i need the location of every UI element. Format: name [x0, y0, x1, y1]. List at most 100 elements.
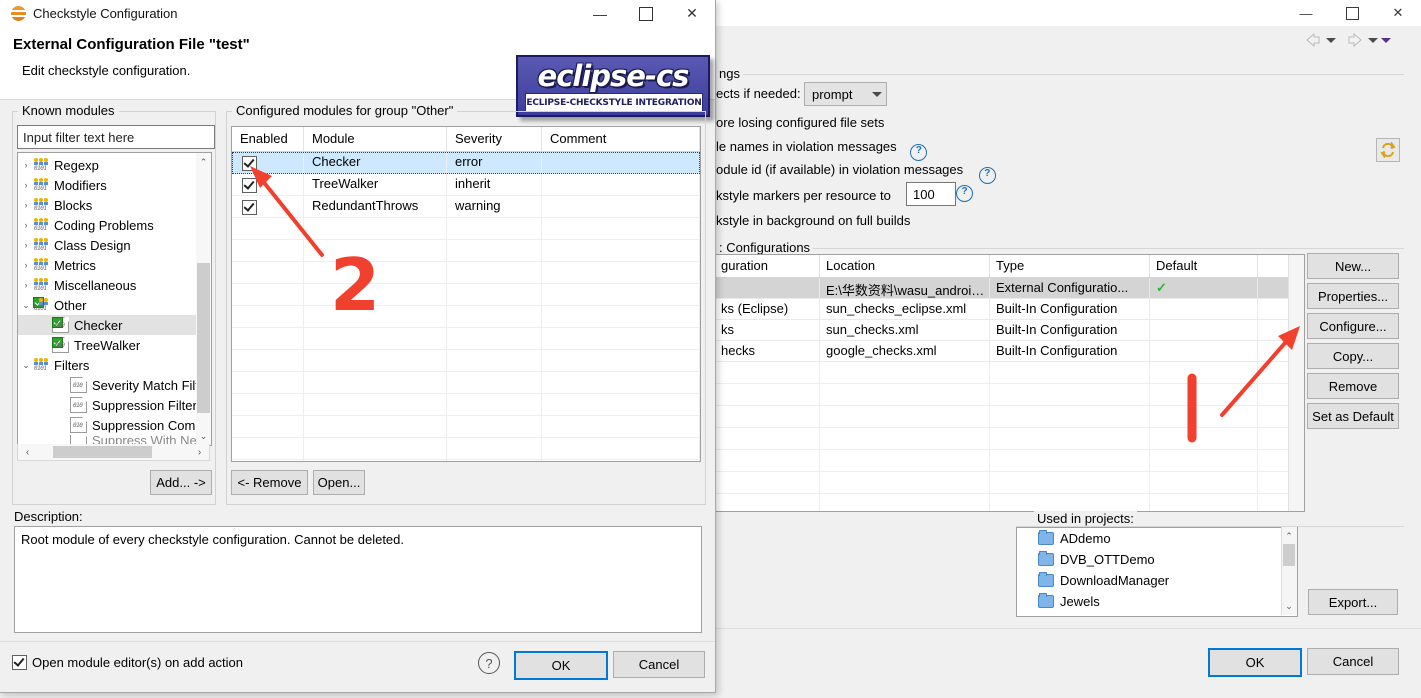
dialog-maximize-button[interactable] — [623, 0, 669, 27]
scrollbar-thumb[interactable] — [197, 263, 210, 413]
tree-item-modifiers[interactable]: › 0101 Modifiers — [18, 175, 211, 195]
marker-limit-input[interactable]: 100 — [906, 182, 956, 206]
dialog-minimize-button[interactable]: — — [577, 0, 623, 27]
enabled-checkbox[interactable] — [242, 178, 257, 193]
forward-dropdown-caret-icon[interactable] — [1368, 37, 1378, 43]
export-button[interactable]: Export... — [1308, 589, 1398, 615]
dialog-ok-button[interactable]: OK — [514, 651, 608, 680]
tree-item-metrics[interactable]: › 0101 Metrics — [18, 255, 211, 275]
cell-enabled[interactable] — [232, 152, 304, 173]
dialog-close-button[interactable]: ✕ — [669, 0, 715, 27]
view-menu-caret-icon[interactable] — [1381, 37, 1391, 43]
list-item[interactable]: Jewels — [1031, 591, 1297, 612]
restore-defaults-icon[interactable] — [1376, 138, 1400, 162]
table-row[interactable]: ks (Eclipse) sun_checks_eclipse.xml Buil… — [715, 299, 1304, 320]
new-button[interactable]: New... — [1307, 253, 1399, 279]
column-header-comment[interactable]: Comment — [542, 127, 700, 151]
expand-chevron-icon[interactable]: › — [18, 280, 34, 290]
open-module-editor-checkbox[interactable] — [12, 655, 27, 670]
help-icon[interactable]: ? — [956, 185, 973, 202]
tree-horizontal-scrollbar[interactable]: ‹ › — [17, 444, 210, 461]
collapse-chevron-icon[interactable]: ⌄ — [18, 360, 34, 371]
column-header-enabled[interactable]: Enabled — [232, 127, 304, 151]
configured-modules-table[interactable]: Enabled Module Severity Comment Checker … — [231, 126, 701, 462]
tree-item-filters[interactable]: ⌄ 0101 Filters — [18, 355, 211, 375]
cell-enabled[interactable] — [232, 174, 304, 195]
tree-item-suppression-filter[interactable]: 010 Suppression Filter — [18, 395, 211, 415]
table-row[interactable]: E:\华数资料\wasu_android... External Configu… — [715, 278, 1304, 299]
forward-arrow-icon[interactable] — [1345, 30, 1365, 50]
copy-button[interactable]: Copy... — [1307, 343, 1399, 369]
column-header-severity[interactable]: Severity — [447, 127, 542, 151]
tree-item-checker[interactable]: 010 Checker — [18, 315, 211, 335]
ok-button[interactable]: OK — [1208, 648, 1302, 677]
tree-item-blocks[interactable]: › 0101 Blocks — [18, 195, 211, 215]
expand-chevron-icon[interactable]: › — [18, 160, 34, 170]
tree-item-suppression-comment[interactable]: 010 Suppression Comm — [18, 415, 211, 435]
filter-input[interactable]: Input filter text here — [17, 125, 215, 149]
configure-button[interactable]: Configure... — [1307, 313, 1399, 339]
open-module-button[interactable]: Open... — [313, 470, 365, 495]
table-row[interactable]: ks sun_checks.xml Built-In Configuration — [715, 320, 1304, 341]
table-row[interactable]: TreeWalker inherit — [232, 174, 700, 196]
help-icon[interactable]: ? — [910, 144, 928, 161]
scroll-down-icon[interactable]: ⌄ — [196, 429, 211, 443]
help-icon[interactable]: ? — [978, 167, 996, 184]
column-header-location[interactable]: Location — [820, 255, 990, 277]
nav-back-group[interactable] — [1303, 30, 1336, 50]
scroll-down-icon[interactable]: ⌄ — [1282, 599, 1296, 613]
background-close-button[interactable]: ✕ — [1375, 0, 1421, 26]
add-button[interactable]: Add... -> — [150, 470, 212, 495]
remove-module-button[interactable]: <- Remove — [231, 470, 308, 495]
configurations-table[interactable]: guration Location Type Default E:\华数资料\w… — [714, 254, 1305, 512]
tree-item-treewalker[interactable]: 010 TreeWalker — [18, 335, 211, 355]
used-in-projects-list[interactable]: ADdemo DVB_OTTDemo DownloadManager Jewel… — [1016, 527, 1298, 617]
tree-item-coding-problems[interactable]: › 0101 Coding Problems — [18, 215, 211, 235]
column-header-module[interactable]: Module — [304, 127, 447, 151]
expand-chevron-icon[interactable]: › — [18, 180, 34, 190]
table-row[interactable]: hecks google_checks.xml Built-In Configu… — [715, 341, 1304, 362]
properties-button[interactable]: Properties... — [1307, 283, 1399, 309]
scrollbar-thumb[interactable] — [1283, 544, 1295, 566]
list-item[interactable]: ADdemo — [1031, 528, 1297, 549]
collapse-chevron-icon[interactable]: ⌄ — [18, 300, 34, 311]
enabled-checkbox[interactable] — [242, 200, 257, 215]
tree-item-other[interactable]: ⌄ 0101 Other — [18, 295, 211, 315]
cell-enabled[interactable] — [232, 196, 304, 217]
scroll-right-icon[interactable]: › — [192, 445, 207, 459]
set-as-default-button[interactable]: Set as Default — [1307, 403, 1399, 429]
scrollbar-thumb[interactable] — [53, 446, 152, 458]
tree-item-severity-match-filter[interactable]: 010 Severity Match Filte — [18, 375, 211, 395]
expand-chevron-icon[interactable]: › — [18, 200, 34, 210]
tree-item-miscellaneous[interactable]: › 0101 Miscellaneous — [18, 275, 211, 295]
scroll-left-icon[interactable]: ‹ — [20, 445, 35, 459]
tree-vertical-scrollbar[interactable]: ⌃ ⌄ — [196, 153, 211, 445]
open-module-editor-checkbox-row[interactable]: Open module editor(s) on add action — [12, 655, 243, 670]
list-item[interactable]: DVB_OTTDemo — [1031, 549, 1297, 570]
used-in-projects-vertical-scrollbar[interactable]: ⌃ ⌄ — [1281, 527, 1297, 615]
remove-button[interactable]: Remove — [1307, 373, 1399, 399]
dialog-cancel-button[interactable]: Cancel — [613, 651, 705, 678]
column-header-configuration[interactable]: guration — [715, 255, 820, 277]
column-header-default[interactable]: Default — [1150, 255, 1258, 277]
expand-chevron-icon[interactable]: › — [18, 260, 34, 270]
configurations-vertical-scrollbar[interactable] — [1288, 255, 1304, 511]
rebuild-combo[interactable]: prompt — [804, 82, 887, 106]
table-row[interactable]: RedundantThrows warning — [232, 196, 700, 218]
background-maximize-button[interactable] — [1329, 0, 1375, 26]
nav-forward-group[interactable] — [1345, 30, 1391, 50]
tree-item-class-design[interactable]: › 0101 Class Design — [18, 235, 211, 255]
scroll-up-icon[interactable]: ⌃ — [196, 155, 211, 169]
expand-chevron-icon[interactable]: › — [18, 240, 34, 250]
list-item[interactable]: DownloadManager — [1031, 570, 1297, 591]
back-dropdown-caret-icon[interactable] — [1326, 37, 1336, 43]
expand-chevron-icon[interactable]: › — [18, 220, 34, 230]
back-arrow-icon[interactable] — [1303, 30, 1323, 50]
scroll-up-icon[interactable]: ⌃ — [1282, 529, 1296, 543]
background-minimize-button[interactable]: — — [1283, 0, 1329, 26]
column-header-type[interactable]: Type — [990, 255, 1150, 277]
help-icon[interactable]: ? — [478, 652, 500, 674]
known-modules-tree[interactable]: › 0101 Regexp › 0101 Modifiers › 0101 Bl… — [17, 152, 212, 446]
table-row[interactable]: Checker error — [232, 152, 700, 174]
enabled-checkbox[interactable] — [242, 156, 257, 171]
